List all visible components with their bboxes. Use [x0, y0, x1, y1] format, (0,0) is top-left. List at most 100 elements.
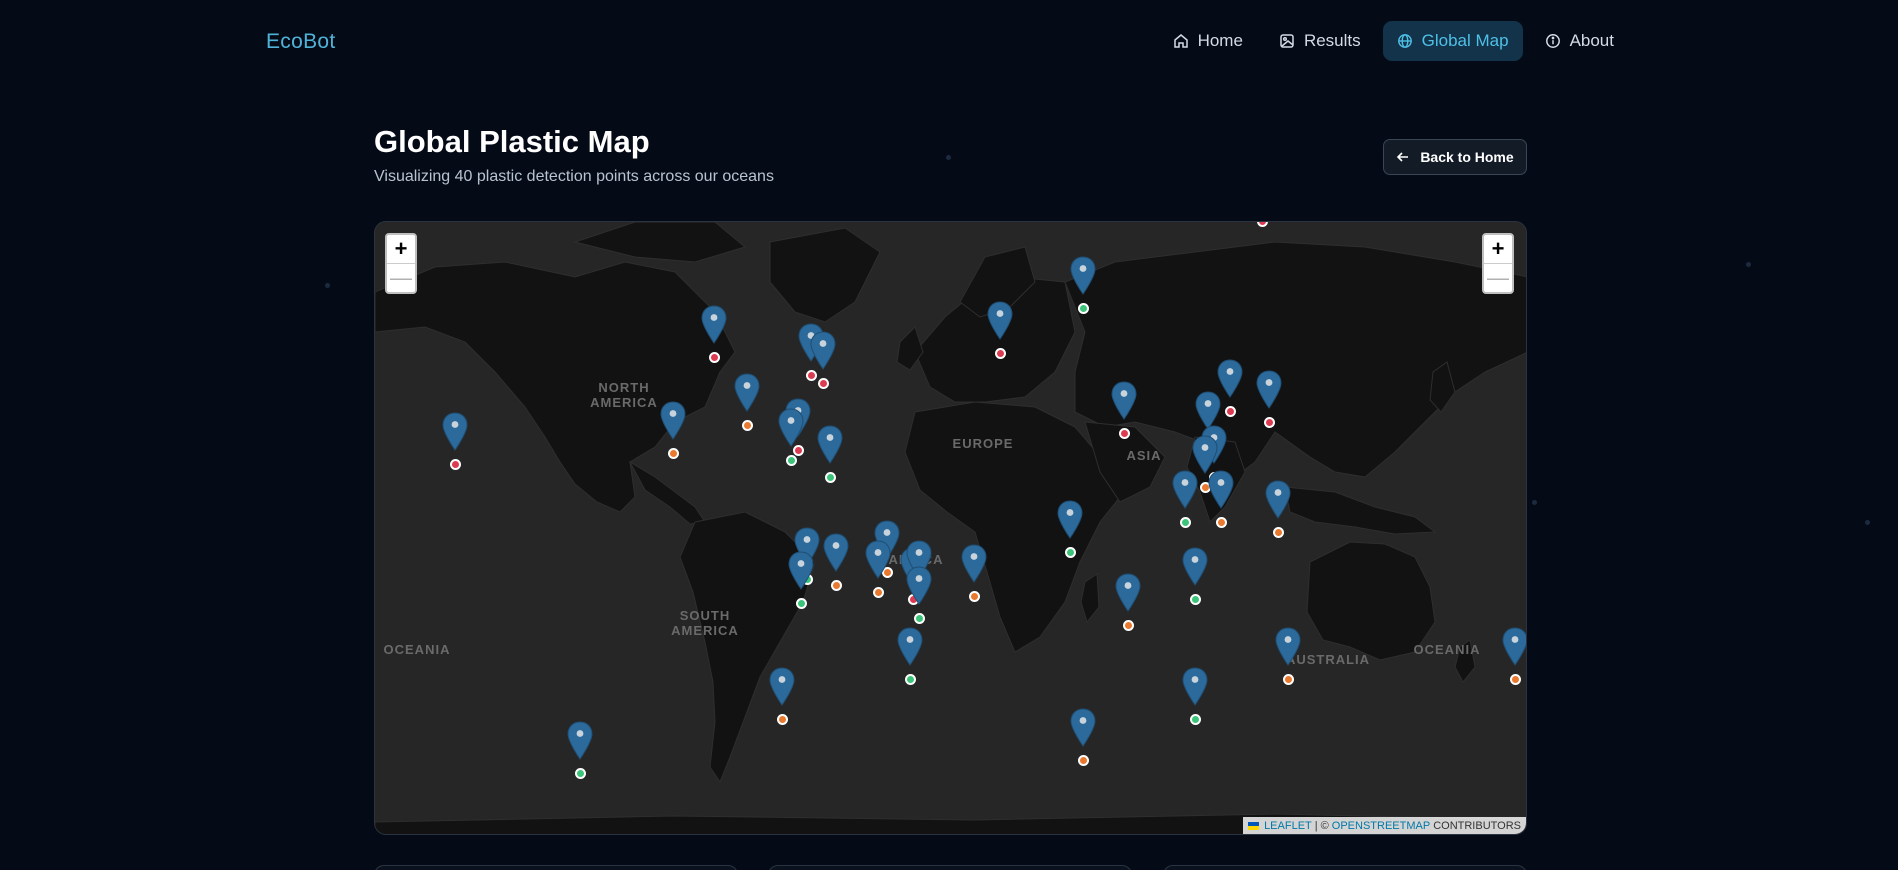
- detection-marker[interactable]: [1256, 370, 1282, 430]
- nav-about[interactable]: About: [1531, 21, 1628, 61]
- detection-marker[interactable]: [1182, 667, 1208, 727]
- severity-dot: [450, 459, 461, 470]
- detection-marker[interactable]: [1249, 222, 1275, 229]
- severity-dot: [969, 591, 980, 602]
- nav-links: Home Results Global Map About: [1159, 21, 1628, 61]
- map-pin-icon: [865, 540, 891, 579]
- detection-marker[interactable]: [865, 540, 891, 600]
- severity-dot: [1510, 674, 1521, 685]
- background-star: [946, 155, 951, 160]
- map-pin-icon: [1070, 708, 1096, 747]
- home-icon: [1173, 34, 1188, 48]
- detection-marker[interactable]: [1275, 627, 1301, 687]
- map-pin-icon: [1256, 370, 1282, 409]
- detection-marker[interactable]: [769, 667, 795, 727]
- severity-dot: [914, 613, 925, 624]
- plastic-map[interactable]: NORTH AMERICA SOUTH AMERICA EUROPE AFRIC…: [374, 221, 1527, 835]
- top-navbar: EcoBot Home Results Global Map About: [0, 0, 1898, 82]
- label-asia-text: ASIA: [1126, 448, 1162, 463]
- severity-dot: [1283, 674, 1294, 685]
- back-to-home-button[interactable]: Back to Home: [1383, 139, 1527, 175]
- severity-dot: [1078, 303, 1089, 314]
- map-pin-icon: [823, 533, 849, 572]
- detection-marker[interactable]: [1265, 480, 1291, 540]
- map-pin-icon: [897, 627, 923, 666]
- label-oceania-right: OCEANIA: [1411, 642, 1483, 657]
- map-pin-icon: [906, 566, 932, 605]
- label-north-america-text: NORTH AMERICA: [590, 380, 658, 410]
- severity-dot: [995, 348, 1006, 359]
- map-pin-icon: [817, 425, 843, 464]
- severity-dot: [1257, 222, 1268, 227]
- detection-marker[interactable]: [788, 551, 814, 611]
- attribution-separator: | ©: [1314, 819, 1329, 832]
- nav-about-label: About: [1569, 31, 1614, 50]
- detection-marker[interactable]: [823, 533, 849, 593]
- detection-marker[interactable]: [897, 627, 923, 687]
- zoom-in-button[interactable]: +: [1484, 235, 1512, 263]
- map-pin-icon: [987, 301, 1013, 340]
- nav-home[interactable]: Home: [1159, 21, 1257, 61]
- detection-marker[interactable]: [567, 721, 593, 781]
- label-south-america: SOUTH AMERICA: [670, 608, 740, 638]
- nav-results[interactable]: Results: [1265, 21, 1375, 61]
- detection-marker[interactable]: [961, 544, 987, 604]
- nav-results-label: Results: [1303, 31, 1361, 50]
- nav-global-map[interactable]: Global Map: [1382, 21, 1523, 61]
- background-star: [1532, 500, 1537, 505]
- severity-dot: [786, 455, 797, 466]
- map-pin-icon: [1502, 627, 1526, 666]
- detection-marker[interactable]: [660, 401, 686, 461]
- detection-marker[interactable]: [1057, 500, 1083, 560]
- severity-dot: [825, 472, 836, 483]
- globe-icon: [1397, 34, 1412, 48]
- map-pin-icon: [810, 331, 836, 370]
- map-pin-icon: [1057, 500, 1083, 539]
- severity-dot: [742, 420, 753, 431]
- label-oceania-left: OCEANIA: [381, 642, 453, 657]
- severity-dot: [1180, 517, 1191, 528]
- stat-card: [1163, 865, 1527, 870]
- map-pin-icon: [1265, 480, 1291, 519]
- label-oceania-right-text: OCEANIA: [1413, 642, 1481, 657]
- detection-marker[interactable]: [442, 412, 468, 472]
- severity-dot: [1264, 417, 1275, 428]
- leaflet-link[interactable]: Leaflet: [1264, 820, 1312, 832]
- label-europe: EUROPE: [948, 436, 1018, 451]
- label-europe-text: EUROPE: [952, 436, 1014, 451]
- detection-marker[interactable]: [987, 301, 1013, 361]
- detection-marker[interactable]: [1115, 573, 1141, 633]
- detection-marker[interactable]: [1172, 470, 1198, 530]
- back-to-home-label: Back to Home: [1420, 149, 1514, 165]
- label-north-america: NORTH AMERICA: [589, 380, 659, 410]
- map-pin-icon: [734, 373, 760, 412]
- logo[interactable]: EcoBot: [266, 30, 336, 54]
- severity-dot: [1190, 714, 1201, 725]
- zoom-in-button[interactable]: +: [387, 235, 415, 263]
- detection-marker[interactable]: [1070, 256, 1096, 316]
- detection-marker[interactable]: [817, 425, 843, 485]
- openstreetmap-link[interactable]: OpenStreetMap: [1332, 820, 1430, 832]
- map-pin-icon: [1115, 573, 1141, 612]
- detection-marker[interactable]: [906, 566, 932, 626]
- zoom-control-left: + —: [385, 233, 417, 294]
- severity-dot: [831, 580, 842, 591]
- detection-marker[interactable]: [1111, 381, 1137, 441]
- severity-dot: [777, 714, 788, 725]
- zoom-out-button[interactable]: —: [387, 263, 415, 291]
- detection-marker[interactable]: [734, 373, 760, 433]
- detection-marker[interactable]: [701, 305, 727, 365]
- severity-dot: [1078, 755, 1089, 766]
- detection-marker[interactable]: [1208, 470, 1234, 530]
- detection-marker[interactable]: [1502, 627, 1526, 687]
- detection-marker[interactable]: [1070, 708, 1096, 768]
- severity-dot: [873, 587, 884, 598]
- detection-marker[interactable]: [810, 331, 836, 391]
- world-basemap: [375, 222, 1526, 834]
- detection-marker[interactable]: [1182, 547, 1208, 607]
- detection-marker[interactable]: [778, 408, 804, 468]
- nav-home-label: Home: [1197, 31, 1243, 50]
- page-subtitle: Visualizing 40 plastic detection points …: [374, 168, 774, 185]
- map-pin-icon: [567, 721, 593, 760]
- zoom-out-button[interactable]: —: [1484, 263, 1512, 291]
